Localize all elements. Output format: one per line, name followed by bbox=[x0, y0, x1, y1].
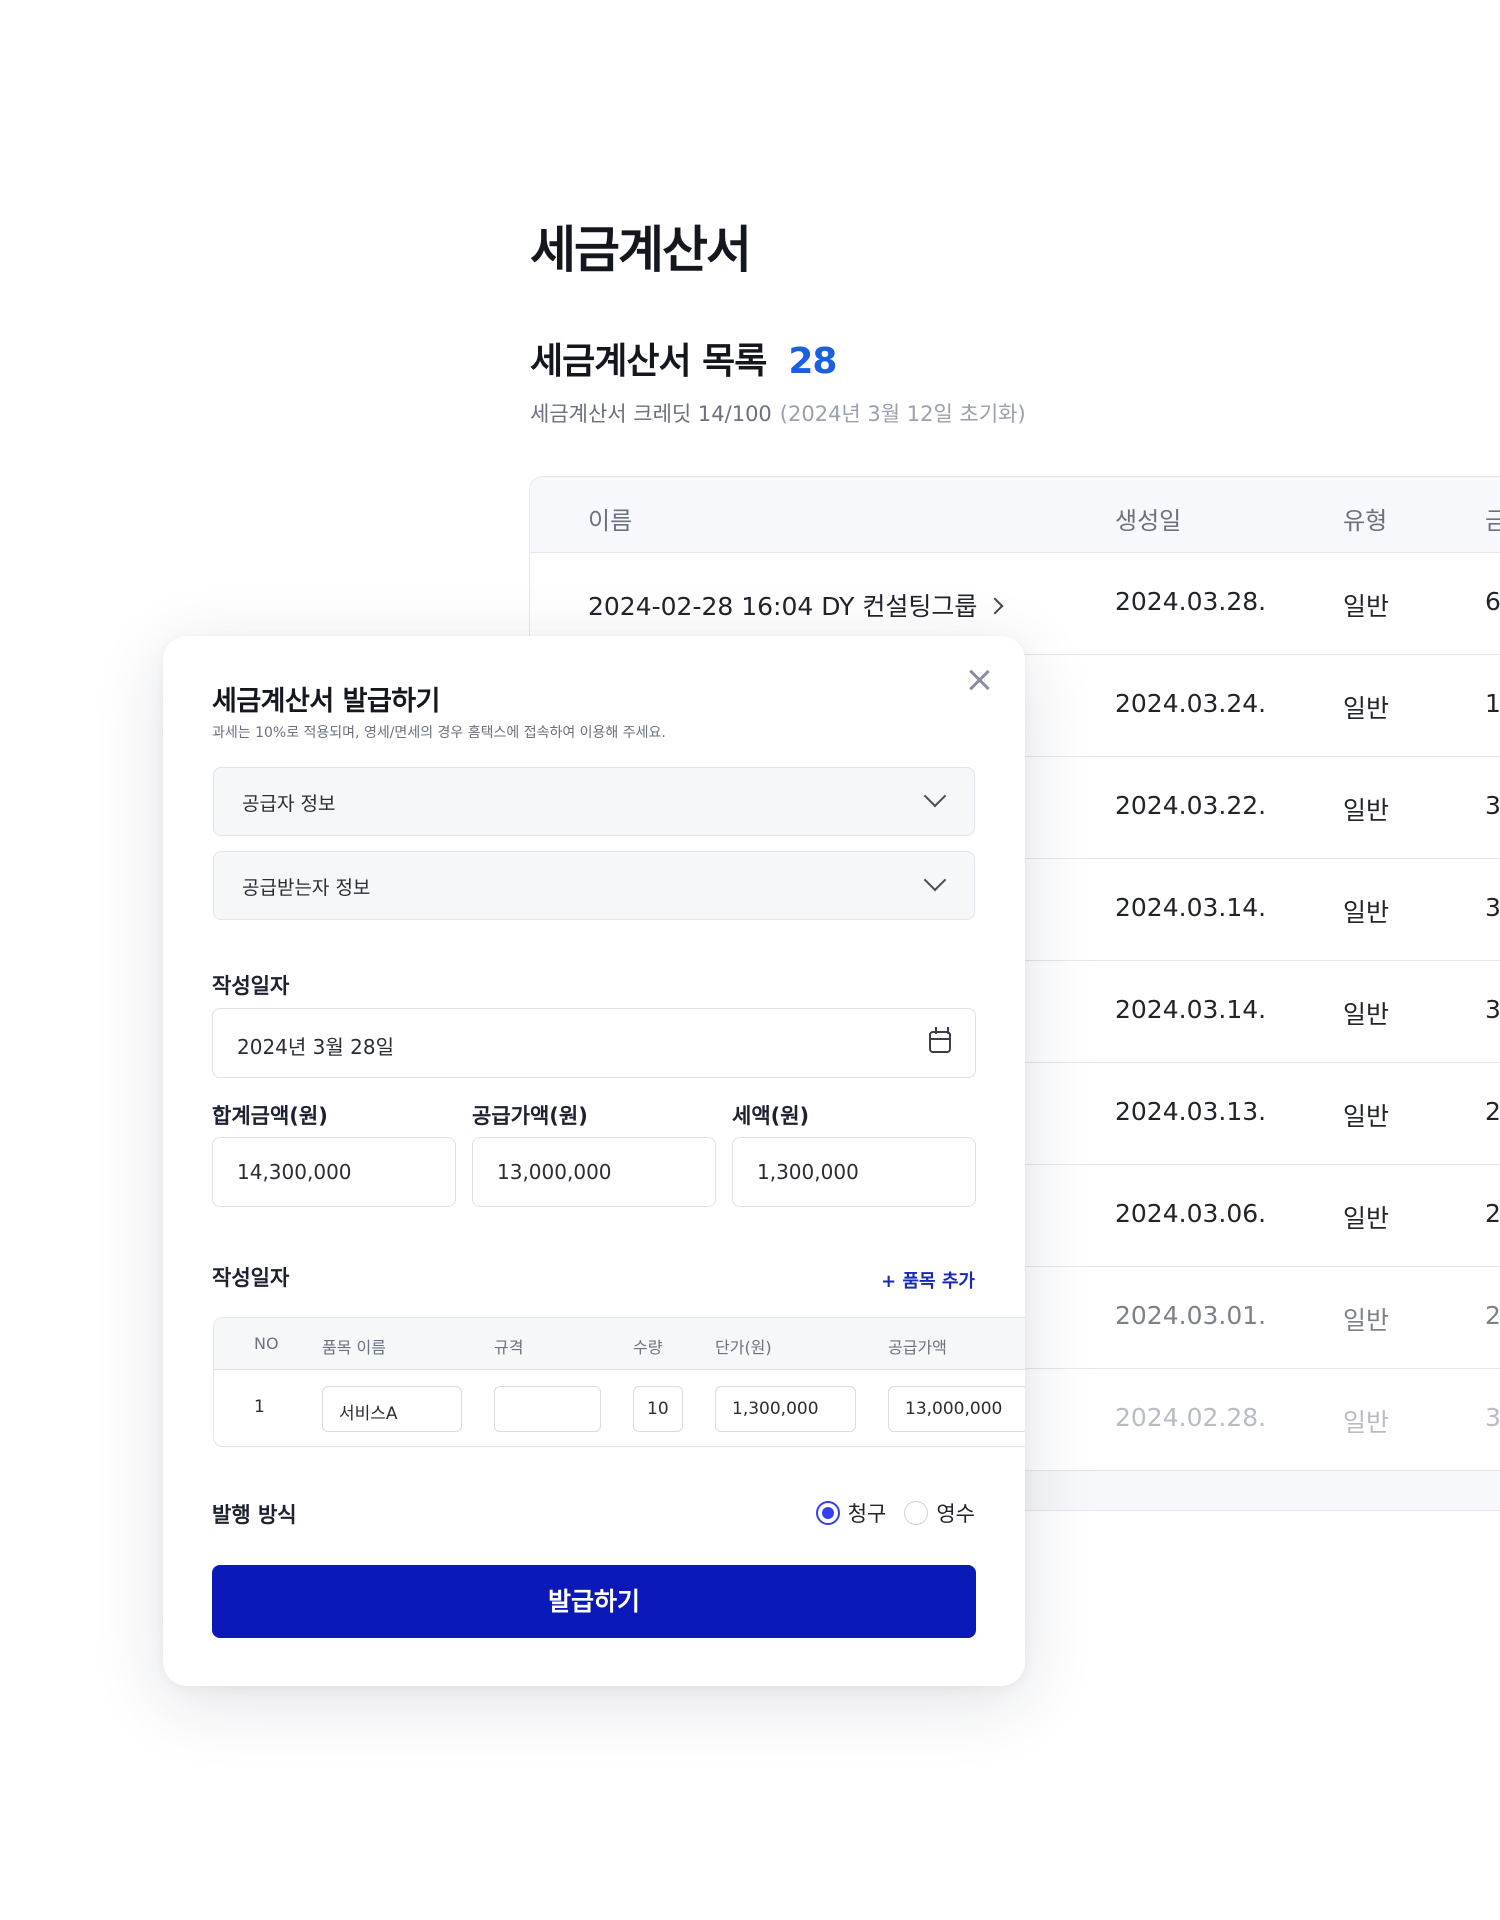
supplier-info-accordion[interactable]: 공급자 정보 bbox=[213, 767, 975, 836]
row-amount: 2 bbox=[1485, 1097, 1500, 1126]
row-date: 2024.03.22. bbox=[1115, 791, 1267, 820]
row-type: 일반 bbox=[1343, 898, 1390, 927]
issue-method-label: 발행 방식 bbox=[212, 1503, 297, 1527]
items-header-unit-price: 단가(원) bbox=[715, 1338, 772, 1357]
row-name: 2024-02-28 16:04 DY 컨설팅그룹 bbox=[588, 592, 978, 621]
supplier-info-label: 공급자 정보 bbox=[242, 793, 336, 815]
issue-method-claim[interactable]: 청구 bbox=[815, 1498, 887, 1528]
items-table: NO 품목 이름 규격 수량 단가(원) 공급가액 1 서비스A 10 1,30… bbox=[213, 1317, 1025, 1447]
item-spec-input[interactable] bbox=[494, 1386, 601, 1432]
item-qty-input[interactable]: 10 bbox=[633, 1386, 683, 1432]
recipient-info-accordion[interactable]: 공급받는자 정보 bbox=[213, 851, 975, 920]
list-heading-label: 세금계산서 목록 bbox=[530, 341, 767, 382]
tax-amount-field[interactable]: 1,300,000 bbox=[732, 1137, 976, 1207]
items-header-qty: 수량 bbox=[633, 1338, 663, 1357]
close-icon[interactable] bbox=[963, 664, 995, 696]
modal-title: 세금계산서 발급하기 bbox=[212, 686, 440, 717]
total-amount-field[interactable]: 14,300,000 bbox=[212, 1137, 456, 1207]
supply-amount-field[interactable]: 13,000,000 bbox=[472, 1137, 716, 1207]
row-date: 2024.03.06. bbox=[1115, 1199, 1267, 1228]
row-amount: 3 bbox=[1485, 995, 1500, 1024]
items-header-spec: 규격 bbox=[494, 1338, 524, 1357]
tax-amount-label: 세액(원) bbox=[732, 1104, 810, 1128]
row-name-link[interactable]: 2024-02-28 16:04 DY 컨설팅그룹 bbox=[588, 587, 1004, 623]
total-amount-label: 합계금액(원) bbox=[212, 1104, 328, 1128]
item-no: 1 bbox=[254, 1397, 265, 1417]
table-header: 이름 생성일 유형 금 bbox=[530, 477, 1500, 553]
chevron-down-icon bbox=[923, 784, 947, 808]
row-amount: 2 bbox=[1485, 1301, 1500, 1330]
items-table-header: NO 품목 이름 규격 수량 단가(원) 공급가액 bbox=[214, 1318, 1025, 1370]
row-date: 2024.03.24. bbox=[1115, 689, 1267, 718]
item-supply-value: 13,000,000 bbox=[905, 1399, 1003, 1419]
row-date: 2024.03.28. bbox=[1115, 587, 1267, 616]
item-name-value: 서비스A bbox=[339, 1404, 398, 1424]
row-date: 2024.03.01. bbox=[1115, 1301, 1267, 1330]
items-section-label: 작성일자 bbox=[212, 1266, 290, 1290]
page-title: 세금계산서 bbox=[530, 221, 752, 279]
item-unit-price-input[interactable]: 1,300,000 bbox=[715, 1386, 856, 1432]
row-type: 일반 bbox=[1343, 1408, 1390, 1437]
item-name-input[interactable]: 서비스A bbox=[322, 1386, 462, 1432]
row-date: 2024.03.14. bbox=[1115, 893, 1267, 922]
row-type: 일반 bbox=[1343, 796, 1390, 825]
column-header-amount[interactable]: 금 bbox=[1485, 501, 1500, 536]
credit-reset-text: (2024년 3월 12일 초기화) bbox=[779, 402, 1026, 426]
calendar-icon[interactable] bbox=[929, 1027, 951, 1053]
item-unit-price-value: 1,300,000 bbox=[732, 1399, 819, 1419]
row-amount: 3 bbox=[1485, 893, 1500, 922]
row-type: 일반 bbox=[1343, 1102, 1390, 1131]
list-count: 28 bbox=[788, 341, 837, 382]
row-type: 일반 bbox=[1343, 1000, 1390, 1029]
supply-amount-label: 공급가액(원) bbox=[472, 1104, 588, 1128]
row-amount: 3 bbox=[1485, 791, 1500, 820]
chevron-down-icon bbox=[923, 868, 947, 892]
row-amount: 3 bbox=[1485, 1403, 1500, 1432]
row-date: 2024.02.28. bbox=[1115, 1403, 1267, 1432]
item-qty-value: 10 bbox=[647, 1399, 669, 1419]
add-item-button[interactable]: + 품목 추가 bbox=[881, 1267, 975, 1293]
row-type: 일반 bbox=[1343, 592, 1390, 621]
items-header-supply: 공급가액 bbox=[888, 1338, 947, 1357]
issue-invoice-modal: 세금계산서 발급하기 과세는 10%로 적용되며, 영세/면세의 경우 홈택스에… bbox=[163, 636, 1025, 1686]
row-type: 일반 bbox=[1343, 1306, 1390, 1335]
row-amount: 1 bbox=[1485, 689, 1500, 718]
row-date: 2024.03.13. bbox=[1115, 1097, 1267, 1126]
radio-unselected-icon[interactable] bbox=[904, 1501, 929, 1525]
items-header-no: NO bbox=[254, 1334, 279, 1353]
recipient-info-label: 공급받는자 정보 bbox=[242, 877, 371, 899]
credit-info: 세금계산서 크레딧 14/100 (2024년 3월 12일 초기화) bbox=[530, 398, 1026, 428]
row-amount: 6 bbox=[1485, 587, 1500, 616]
issue-method-claim-label: 청구 bbox=[847, 1502, 887, 1526]
issue-method-receipt-label: 영수 bbox=[936, 1502, 975, 1526]
issue-submit-button[interactable]: 발급하기 bbox=[212, 1565, 976, 1638]
row-type: 일반 bbox=[1343, 694, 1390, 723]
radio-selected-icon[interactable] bbox=[815, 1501, 840, 1525]
date-label: 작성일자 bbox=[212, 974, 290, 998]
issue-method-radio-group: 청구 영수 bbox=[804, 1498, 975, 1528]
row-type: 일반 bbox=[1343, 1204, 1390, 1233]
items-table-row: 1 서비스A 10 1,300,000 13,000,000 bbox=[214, 1370, 1025, 1446]
modal-description: 과세는 10%로 적용되며, 영세/면세의 경우 홈택스에 접속하여 이용해 주… bbox=[212, 725, 666, 741]
tax-amount-value: 1,300,000 bbox=[757, 1160, 859, 1184]
date-field[interactable]: 2024년 3월 28일 bbox=[212, 1008, 976, 1078]
supply-amount-value: 13,000,000 bbox=[497, 1160, 612, 1184]
credit-text: 세금계산서 크레딧 14/100 bbox=[530, 402, 772, 426]
issue-method-receipt[interactable]: 영수 bbox=[904, 1498, 975, 1528]
column-header-type[interactable]: 유형 bbox=[1343, 501, 1387, 536]
items-header-name: 품목 이름 bbox=[322, 1338, 386, 1357]
column-header-created[interactable]: 생성일 bbox=[1115, 501, 1181, 536]
row-amount: 2 bbox=[1485, 1199, 1500, 1228]
list-heading: 세금계산서 목록 28 bbox=[530, 332, 837, 384]
chevron-right-icon bbox=[986, 597, 1004, 615]
row-date: 2024.03.14. bbox=[1115, 995, 1267, 1024]
total-amount-value: 14,300,000 bbox=[237, 1160, 352, 1184]
item-supply-input[interactable]: 13,000,000 bbox=[888, 1386, 1025, 1432]
date-value: 2024년 3월 28일 bbox=[237, 1035, 394, 1059]
column-header-name[interactable]: 이름 bbox=[588, 501, 632, 536]
